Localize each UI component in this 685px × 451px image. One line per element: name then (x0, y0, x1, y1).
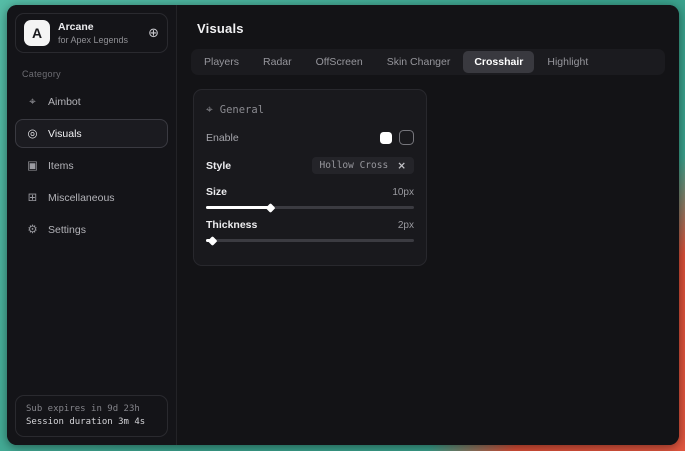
sidebar-item-label: Items (48, 160, 74, 172)
thickness-slider-thumb[interactable] (208, 236, 218, 246)
tab-crosshair[interactable]: Crosshair (463, 51, 534, 73)
category-label: Category (22, 69, 168, 79)
brand-logo: A (24, 20, 50, 46)
enable-checkbox[interactable] (399, 130, 414, 145)
size-slider-fill (206, 206, 270, 209)
sidebar-item-label: Settings (48, 224, 86, 236)
enable-controls (380, 130, 414, 145)
size-row: Size 10px (206, 186, 414, 209)
brand-text: Arcane for Apex Legends (58, 21, 140, 46)
tab-players[interactable]: Players (193, 51, 250, 73)
style-select[interactable]: Hollow Cross × (312, 157, 414, 174)
enable-label: Enable (206, 132, 239, 144)
sidebar-item-aimbot[interactable]: ⌖ Aimbot (15, 87, 168, 116)
brand-subtitle: for Apex Legends (58, 34, 140, 46)
sub-expires-text: Sub expires in 9d 23h (26, 403, 157, 416)
tab-skin-changer[interactable]: Skin Changer (376, 51, 462, 73)
sidebar-item-label: Aimbot (48, 96, 81, 108)
sidebar-item-visuals[interactable]: ◎ Visuals (15, 119, 168, 148)
size-slider[interactable] (206, 206, 414, 209)
enable-row: Enable (206, 130, 414, 145)
thickness-row: Thickness 2px (206, 219, 414, 242)
thickness-row-header: Thickness 2px (206, 219, 414, 231)
clear-style-icon[interactable]: × (397, 161, 406, 171)
size-label: Size (206, 186, 227, 198)
grid-icon: ⊞ (26, 191, 39, 204)
style-value: Hollow Cross (320, 160, 389, 171)
style-label: Style (206, 160, 231, 172)
tab-highlight[interactable]: Highlight (536, 51, 599, 73)
size-row-header: Size 10px (206, 186, 414, 198)
main-content: Visuals PlayersRadarOffScreenSkin Change… (177, 5, 679, 445)
color-swatch[interactable] (380, 132, 392, 144)
crosshair-icon: ⌖ (26, 95, 39, 108)
panel-header: ⌖ General (206, 102, 414, 117)
tab-offscreen[interactable]: OffScreen (305, 51, 374, 73)
size-slider-thumb[interactable] (266, 203, 276, 213)
sidebar-item-items[interactable]: ▣ Items (15, 151, 168, 180)
brand-card: A Arcane for Apex Legends ⊕ (15, 13, 168, 53)
tab-bar: PlayersRadarOffScreenSkin ChangerCrossha… (191, 49, 665, 75)
style-row: Style Hollow Cross × (206, 157, 414, 174)
sidebar-spacer (15, 244, 168, 395)
thickness-slider[interactable] (206, 239, 414, 242)
gear-icon: ⚙ (26, 223, 39, 236)
general-crosshair-icon: ⌖ (206, 102, 213, 117)
page-title: Visuals (197, 21, 665, 36)
thickness-slider-fill (206, 239, 212, 242)
sidebar: A Arcane for Apex Legends ⊕ Category ⌖ Ai… (7, 5, 177, 445)
general-panel: ⌖ General Enable Style Hollow Cross × (193, 89, 427, 266)
thickness-label: Thickness (206, 219, 257, 231)
subscription-card: Sub expires in 9d 23h Session duration 3… (15, 395, 168, 437)
target-icon: ⊕ (148, 27, 159, 40)
session-duration-text: Session duration 3m 4s (26, 416, 157, 429)
size-value: 10px (392, 187, 414, 198)
scan-eye-icon: ◎ (26, 127, 39, 140)
sidebar-item-miscellaneous[interactable]: ⊞ Miscellaneous (15, 183, 168, 212)
panel-title: General (220, 104, 264, 116)
brand-name: Arcane (58, 21, 140, 34)
sidebar-nav: ⌖ Aimbot ◎ Visuals ▣ Items ⊞ Miscellaneous ⚙ Sett… (15, 87, 168, 244)
thickness-value: 2px (398, 220, 414, 231)
box-icon: ▣ (26, 159, 39, 172)
cheat-menu-window: A Arcane for Apex Legends ⊕ Category ⌖ Ai… (7, 5, 679, 445)
sidebar-item-label: Visuals (48, 128, 82, 140)
tab-radar[interactable]: Radar (252, 51, 303, 73)
sidebar-item-label: Miscellaneous (48, 192, 115, 204)
sidebar-item-settings[interactable]: ⚙ Settings (15, 215, 168, 244)
